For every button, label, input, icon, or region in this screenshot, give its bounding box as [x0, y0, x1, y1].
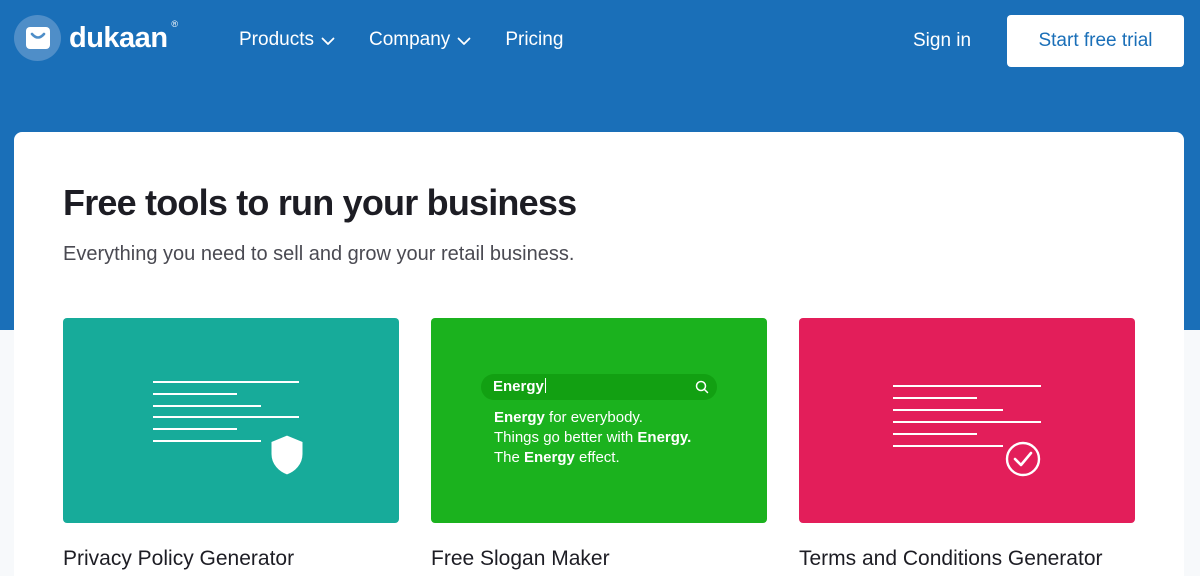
sign-in-link[interactable]: Sign in [913, 30, 971, 52]
start-free-trial-button[interactable]: Start free trial [1007, 15, 1184, 67]
chevron-down-icon [321, 37, 335, 45]
brand-name-text: dukaan [69, 21, 168, 54]
chevron-down-icon [457, 37, 471, 45]
slogan-search-box: Energy [481, 374, 717, 400]
page-subtitle: Everything you need to sell and grow you… [63, 243, 575, 265]
check-circle-icon [1005, 441, 1041, 477]
tool-thumbnail[interactable]: Energy Energy for everybody. Things go b… [431, 318, 767, 523]
tool-card-slogan-maker[interactable]: Energy Energy for everybody. Things go b… [431, 318, 767, 571]
page: dukaan ® Products Company Pricing Sign i [0, 0, 1200, 576]
nav-item-company[interactable]: Company [369, 29, 471, 51]
tool-thumbnail[interactable] [799, 318, 1135, 523]
slogan-query-text: Energy [493, 378, 544, 395]
page-title: Free tools to run your business [63, 182, 577, 223]
tool-label[interactable]: Free Slogan Maker [431, 547, 767, 571]
nav-item-label: Pricing [505, 29, 564, 50]
shield-icon [268, 432, 306, 478]
slogan-line: Things go better with Energy. [494, 429, 692, 446]
tools-card: Free tools to run your business Everythi… [14, 132, 1184, 576]
search-icon [695, 380, 709, 394]
slogan-query: Energy [493, 378, 546, 395]
slogan-line: Energy for everybody. [494, 409, 643, 426]
registered-mark: ® [171, 18, 178, 29]
nav-item-label: Products [239, 29, 314, 50]
tool-thumbnail[interactable] [63, 318, 399, 523]
brand-logo[interactable]: dukaan ® [14, 15, 178, 61]
slogan-line: The Energy effect. [494, 449, 620, 466]
slogan-examples: Energy for everybody. Things go better w… [494, 408, 691, 468]
tool-label[interactable]: Privacy Policy Generator [63, 547, 399, 571]
brand-name: dukaan ® [69, 19, 178, 54]
nav-item-label: Company [368, 29, 451, 50]
tool-card-privacy-policy[interactable]: Privacy Policy Generator [63, 318, 399, 571]
tool-card-terms-conditions[interactable]: Terms and Conditions Generator [799, 318, 1135, 571]
nav-item-pricing[interactable]: Pricing [505, 29, 563, 51]
main-nav: Products Company Pricing [239, 29, 597, 51]
nav-item-products[interactable]: Products [239, 29, 335, 51]
shopping-bag-icon [14, 15, 61, 61]
site-header: dukaan ® Products Company Pricing Sign i [0, 0, 1200, 82]
tool-label[interactable]: Terms and Conditions Generator [799, 547, 1135, 571]
